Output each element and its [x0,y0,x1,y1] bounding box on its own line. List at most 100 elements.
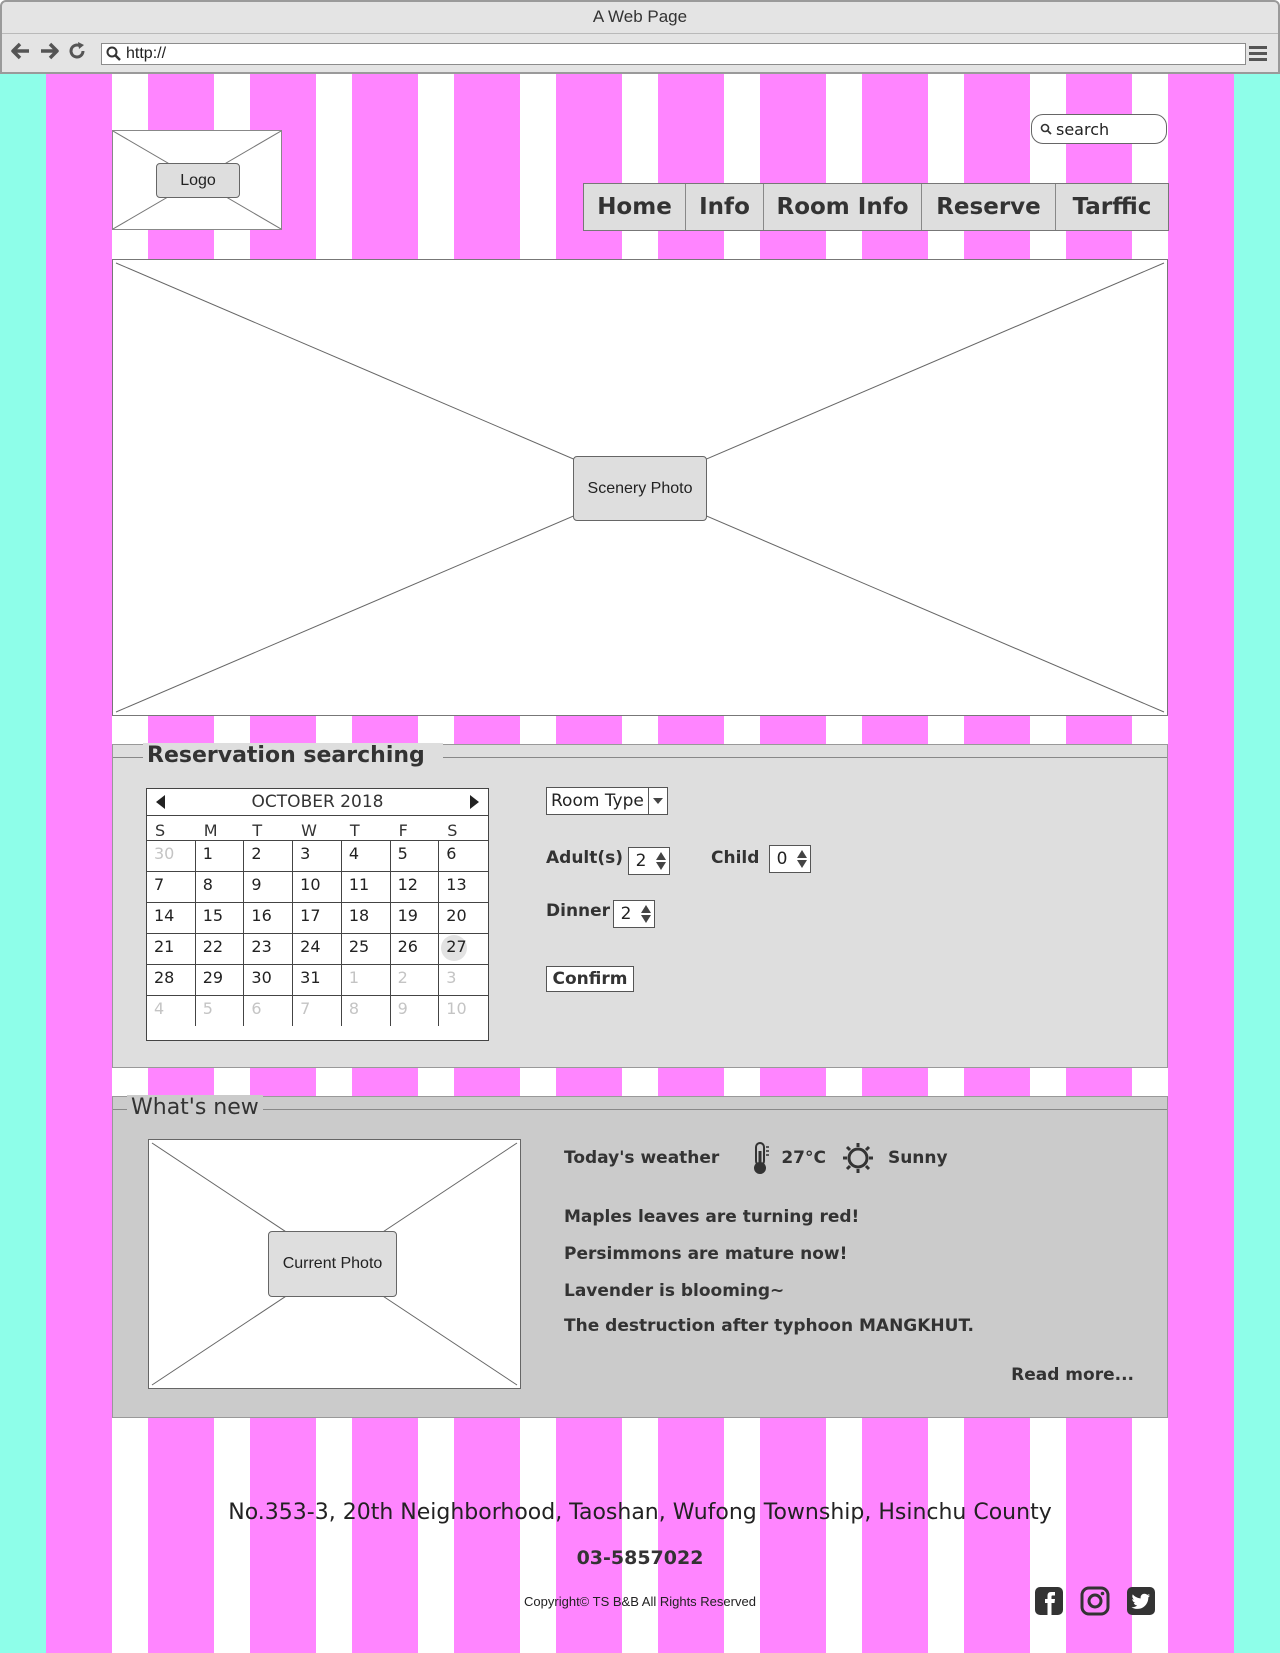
twitter-icon[interactable] [1126,1586,1156,1616]
stepper-arrows-icon[interactable] [638,905,654,923]
calendar-day[interactable]: 9 [390,995,440,1026]
calendar-day[interactable]: 3 [293,840,342,871]
nav-home[interactable]: Home [584,184,686,230]
search-box[interactable] [1031,114,1167,144]
calendar-day-number: 14 [154,906,175,925]
calendar-day[interactable]: 8 [341,995,391,1026]
calendar-day[interactable]: 4 [341,840,391,871]
news-item[interactable]: The destruction after typhoon MANGKHUT. [564,1316,974,1336]
room-type-select[interactable]: Room Type [546,787,668,815]
calendar-day[interactable]: 25 [341,933,391,964]
address-bar[interactable] [101,43,1246,65]
calendar-weekday: T [349,821,360,840]
calendar-day[interactable]: 7 [293,995,342,1026]
calendar-day[interactable]: 1 [195,840,245,871]
calendar-weekday: S [155,821,166,840]
news-item[interactable]: Persimmons are mature now! [564,1244,847,1264]
weather-row: Today's weather 27°C Sunny [564,1141,948,1175]
calendar-day[interactable]: 31 [293,964,342,995]
calendar-day[interactable]: 20 [439,902,488,933]
calendar-weekday: T [252,821,263,840]
calendar-day[interactable]: 24 [293,933,342,964]
calendar-day[interactable]: 12 [390,871,440,902]
calendar-day[interactable]: 16 [244,902,294,933]
calendar-day-number: 12 [397,875,418,894]
instagram-icon[interactable] [1080,1586,1110,1616]
calendar-day[interactable]: 2 [244,840,294,871]
calendar-day[interactable]: 6 [439,840,488,871]
window-title: A Web Page [592,7,688,26]
calendar-day[interactable]: 6 [244,995,294,1026]
calendar-day[interactable]: 17 [293,902,342,933]
nav-traffic[interactable]: Tarffic [1056,184,1168,230]
calendar-day[interactable]: 30 [147,840,196,871]
adults-stepper[interactable]: 2 [628,847,670,875]
calendar-day[interactable]: 4 [147,995,196,1026]
search-input[interactable] [1056,119,1156,139]
previous-month-icon[interactable] [153,794,169,810]
news-item[interactable]: Maples leaves are turning red! [564,1207,859,1227]
calendar-day[interactable]: 7 [147,871,196,902]
calendar-day[interactable]: 28 [147,964,196,995]
footer-phone: 03-5857022 [576,1547,704,1569]
sun-icon [842,1142,874,1174]
forward-arrow-icon[interactable] [38,40,60,62]
calendar-day[interactable]: 30 [244,964,294,995]
calendar-day[interactable]: 15 [195,902,245,933]
calendar-day[interactable]: 2 [390,964,440,995]
confirm-button[interactable]: Confirm [546,966,634,992]
nav-info[interactable]: Info [686,184,764,230]
hamburger-menu-icon[interactable] [1248,44,1268,66]
thermometer-icon [749,1141,771,1175]
calendar-day-number: 30 [154,844,175,863]
calendar-weekday: S [447,821,458,840]
calendar-day[interactable]: 1 [341,964,391,995]
child-stepper[interactable]: 0 [769,845,811,873]
calendar-day[interactable]: 5 [195,995,245,1026]
calendar-day-number: 11 [348,875,370,894]
calendar-day[interactable]: 22 [195,933,245,964]
calendar-day-number: 31 [300,968,321,987]
calendar-day[interactable]: 23 [244,933,294,964]
calendar-day[interactable]: 14 [147,902,196,933]
nav-reserve[interactable]: Reserve [922,184,1056,230]
calendar-day[interactable]: 9 [244,871,294,902]
calendar-day[interactable]: 11 [341,871,391,902]
news-item[interactable]: Lavender is blooming~ [564,1281,784,1301]
calendar-day-number: 16 [251,906,272,925]
temperature-value: 27°C [781,1148,826,1168]
calendar-day-number: 7 [154,875,165,894]
calendar-day-number: 27 [446,937,467,956]
calendar-day[interactable]: 10 [293,871,342,902]
search-icon [1040,123,1052,135]
back-arrow-icon[interactable] [10,40,32,62]
read-more-link[interactable]: Read more... [1011,1365,1134,1385]
calendar-day[interactable]: 21 [147,933,196,964]
calendar-day-number: 20 [446,906,467,925]
search-icon [106,46,122,62]
next-month-icon[interactable] [466,794,482,810]
dinner-stepper[interactable]: 2 [613,900,655,928]
logo-placeholder[interactable]: Logo [112,130,282,230]
url-input[interactable] [122,45,1226,63]
facebook-icon[interactable] [1034,1586,1064,1616]
calendar-day[interactable]: 5 [390,840,440,871]
calendar-day[interactable]: 8 [195,871,245,902]
calendar-day[interactable]: 19 [390,902,440,933]
calendar-day[interactable]: 18 [341,902,391,933]
calendar-day-today[interactable]: 27 [439,933,488,964]
calendar-day[interactable]: 29 [195,964,245,995]
reload-icon[interactable] [66,40,88,62]
calendar-day-number: 7 [300,999,311,1018]
calendar-day[interactable]: 3 [439,964,488,995]
calendar-day[interactable]: 26 [390,933,440,964]
stepper-arrows-icon[interactable] [794,850,810,868]
calendar-day[interactable]: 13 [439,871,488,902]
stepper-arrows-icon[interactable] [653,852,669,870]
calendar-day-number: 6 [251,999,262,1018]
scenery-photo-placeholder: Scenery Photo [112,259,1168,716]
calendar-day[interactable]: 10 [439,995,488,1026]
nav-room-info[interactable]: Room Info [764,184,922,230]
calendar-day-number: 21 [154,937,175,956]
calendar-day-number: 5 [202,999,213,1018]
